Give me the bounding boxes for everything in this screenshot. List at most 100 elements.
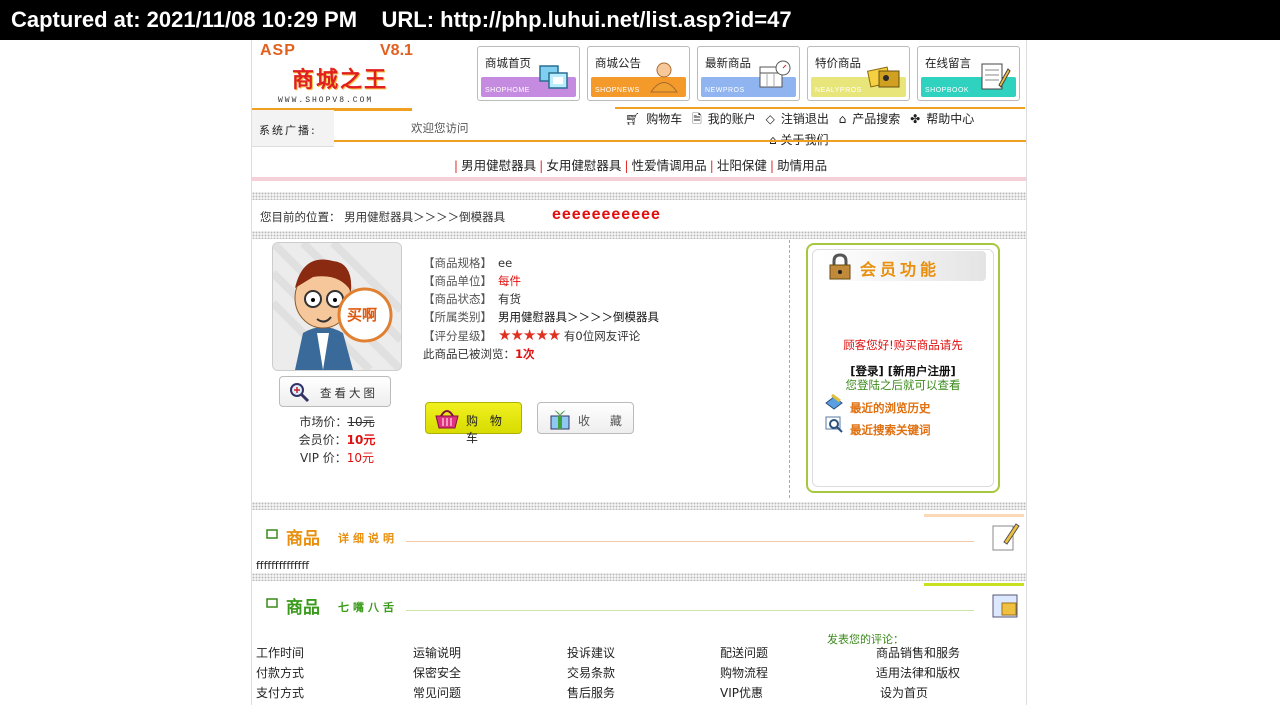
nav-special-products[interactable]: 特价商品 NEALYPROS bbox=[807, 46, 910, 101]
spec-key: 【所属类别】 bbox=[423, 310, 492, 324]
nav-band-text: SHOPNEWS bbox=[595, 87, 640, 94]
rating-text: 有0位网友评论 bbox=[563, 329, 641, 343]
comment-section-header: 商品 七嘴八舌 bbox=[256, 583, 1024, 625]
nav-new-products[interactable]: 最新商品 NEWPROS bbox=[697, 46, 800, 101]
help-icon: ✤ bbox=[910, 112, 921, 126]
product-image[interactable]: 买啊 bbox=[272, 242, 402, 371]
logout-icon: ◇ bbox=[765, 112, 775, 126]
nav-band-text: SHOPHOME bbox=[485, 87, 530, 94]
spec-value: 有货 bbox=[498, 292, 521, 306]
nav-label: 最新商品 bbox=[705, 56, 751, 70]
nav-guestbook[interactable]: 在线留言 SHOPBOOK bbox=[917, 46, 1020, 101]
rating-stars: ★★★★★ bbox=[498, 326, 561, 344]
top-link-help[interactable]: 帮助中心 bbox=[926, 112, 974, 126]
account-icon: 🗎 bbox=[692, 112, 702, 126]
market-price-row: 市场价：10元 bbox=[252, 413, 422, 431]
welcome-marquee: 欢迎您访问 bbox=[411, 121, 469, 135]
footer-link[interactable]: 工作时间 bbox=[256, 644, 304, 661]
footer-link[interactable]: 配送问题 bbox=[720, 644, 768, 661]
spec-key: 【商品规格】 bbox=[423, 256, 492, 270]
section-subtitle: 七嘴八舌 bbox=[338, 601, 398, 614]
screen-icon bbox=[266, 598, 278, 608]
add-favorite-button[interactable]: 收 藏 bbox=[537, 402, 634, 434]
footer-link[interactable]: VIP优惠 bbox=[720, 684, 763, 701]
photos-icon bbox=[867, 66, 900, 88]
footer-link[interactable]: 设为首页 bbox=[880, 684, 928, 701]
category-link[interactable]: 性爱情调用品 bbox=[632, 158, 707, 173]
category-link[interactable]: 壮阳保健 bbox=[717, 158, 767, 173]
spec-key: 【商品单位】 bbox=[423, 274, 492, 288]
basket-icon bbox=[435, 410, 459, 429]
logo-asp: ASP bbox=[260, 42, 296, 59]
section-title: 商品 bbox=[286, 529, 320, 549]
recent-history-link[interactable]: 最近的浏览历史 bbox=[850, 400, 931, 416]
broadcast-box: 系统广播: bbox=[252, 110, 334, 147]
dotted-divider bbox=[252, 192, 1026, 200]
spec-value-category[interactable]: 男用健慰器具＞＞＞＞倒模器具 bbox=[498, 310, 659, 324]
pencil-paper-icon bbox=[992, 523, 1020, 551]
category-link[interactable]: 助情用品 bbox=[777, 158, 827, 173]
nav-shop-home[interactable]: 商城首页 SHOPHOME bbox=[477, 46, 580, 101]
section-rule bbox=[406, 610, 974, 611]
cartoon-shopper-icon bbox=[273, 243, 401, 370]
footer-link[interactable]: 商品销售和服务 bbox=[876, 644, 960, 661]
spec-row: 【商品单位】 每件 bbox=[423, 272, 659, 290]
nav-label: 在线留言 bbox=[925, 56, 971, 70]
category-link[interactable]: 男用健慰器具 bbox=[461, 158, 536, 173]
top-link-cart[interactable]: 购物车 bbox=[646, 112, 682, 126]
add-to-cart-label: 购 物 车 bbox=[466, 414, 506, 445]
dotted-divider bbox=[252, 573, 1026, 581]
nav-shop-news[interactable]: 商城公告 SHOPNEWS bbox=[587, 46, 690, 101]
vip-price-label: VIP 价： bbox=[299, 451, 347, 465]
top-link-account[interactable]: 我的账户 bbox=[708, 112, 756, 126]
logo-name[interactable]: 商城之王 bbox=[292, 62, 388, 94]
top-link-logout[interactable]: 注销退出 bbox=[781, 112, 829, 126]
spec-row: 【商品规格】 ee bbox=[423, 254, 659, 272]
nav-label: 商城首页 bbox=[485, 56, 531, 70]
footer-link[interactable]: 运输说明 bbox=[413, 644, 461, 661]
login-link[interactable]: [登录] bbox=[850, 364, 884, 378]
views-count: 1次 bbox=[515, 347, 535, 361]
nav-label: 特价商品 bbox=[815, 56, 861, 70]
footer-link[interactable]: 保密安全 bbox=[413, 664, 461, 681]
person-icon bbox=[650, 62, 678, 93]
section-subtitle: 详细说明 bbox=[338, 532, 398, 545]
category-divider bbox=[252, 177, 1026, 181]
magnifier-icon bbox=[290, 383, 310, 403]
views-row: 此商品已被浏览：1次 bbox=[423, 345, 659, 363]
add-to-cart-button[interactable]: 购 物 车 bbox=[425, 402, 522, 445]
footer-link[interactable]: 购物流程 bbox=[720, 664, 768, 681]
vip-price-row: VIP 价：10元 bbox=[252, 449, 422, 467]
footer-link[interactable]: 投诉建议 bbox=[567, 644, 615, 661]
capture-bar: Captured at: 2021/11/08 10:29 PM URL: ht… bbox=[0, 0, 1280, 40]
member-price: 10元 bbox=[346, 433, 376, 447]
footer-link[interactable]: 交易条款 bbox=[567, 664, 615, 681]
header-divider-2 bbox=[334, 140, 1026, 142]
nav-band-text: NEALYPROS bbox=[815, 87, 862, 94]
spec-row: 【商品状态】 有货 bbox=[423, 290, 659, 308]
recent-keywords-link[interactable]: 最近搜索关键词 bbox=[850, 422, 931, 438]
spec-row: 【所属类别】 男用健慰器具＞＞＞＞倒模器具 bbox=[423, 308, 659, 326]
register-link[interactable]: [新用户注册] bbox=[888, 364, 956, 378]
logo-version: V8.1 bbox=[380, 42, 413, 59]
category-nav: | 男用健慰器具 | 女用健慰器具 | 性爱情调用品 | 壮阳保健 | 助情用品 bbox=[453, 158, 828, 173]
add-favorite-label: 收 藏 bbox=[578, 414, 630, 428]
view-large-image-button[interactable]: 查看大图 bbox=[279, 376, 391, 407]
mail-stamp-icon bbox=[992, 594, 1018, 618]
footer-link[interactable]: 售后服务 bbox=[567, 684, 615, 701]
product-specs: 【商品规格】 ee 【商品单位】 每件 【商品状态】 有货 【所属类别】 男用健慰器具＞… bbox=[423, 254, 659, 363]
footer-link[interactable]: 支付方式 bbox=[256, 684, 304, 701]
member-price-label: 会员价： bbox=[298, 433, 347, 447]
footer-link[interactable]: 常见问题 bbox=[413, 684, 461, 701]
footer-link[interactable]: 适用法律和版权 bbox=[876, 664, 960, 681]
market-price-label: 市场价： bbox=[299, 415, 348, 429]
top-link-search[interactable]: 产品搜索 bbox=[852, 112, 900, 126]
footer-link[interactable]: 付款方式 bbox=[256, 664, 304, 681]
history-icon bbox=[825, 393, 843, 410]
rating-row: 【评分星级】 ★★★★★ 有0位网友评论 bbox=[423, 326, 659, 345]
top-links: 🛒︎ 购物车 🗎 我的账户 ◇ 注销退出 ⌂ 产品搜索 ✤ 帮助中心 bbox=[625, 110, 980, 131]
category-link[interactable]: 女用健慰器具 bbox=[546, 158, 621, 173]
views-label: 此商品已被浏览： bbox=[423, 347, 515, 361]
notepad-icon bbox=[981, 63, 1011, 90]
view-large-image-label: 查看大图 bbox=[320, 386, 378, 400]
